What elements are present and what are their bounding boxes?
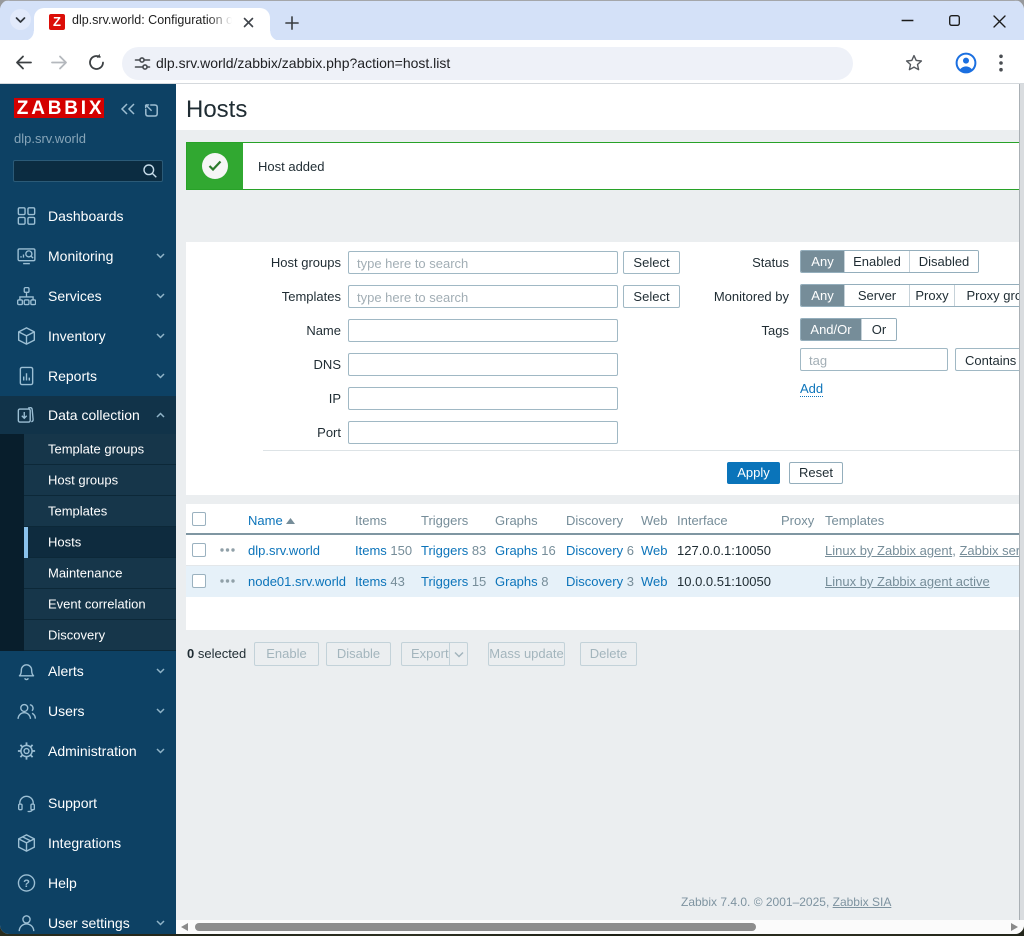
- svg-text:?: ?: [23, 878, 30, 890]
